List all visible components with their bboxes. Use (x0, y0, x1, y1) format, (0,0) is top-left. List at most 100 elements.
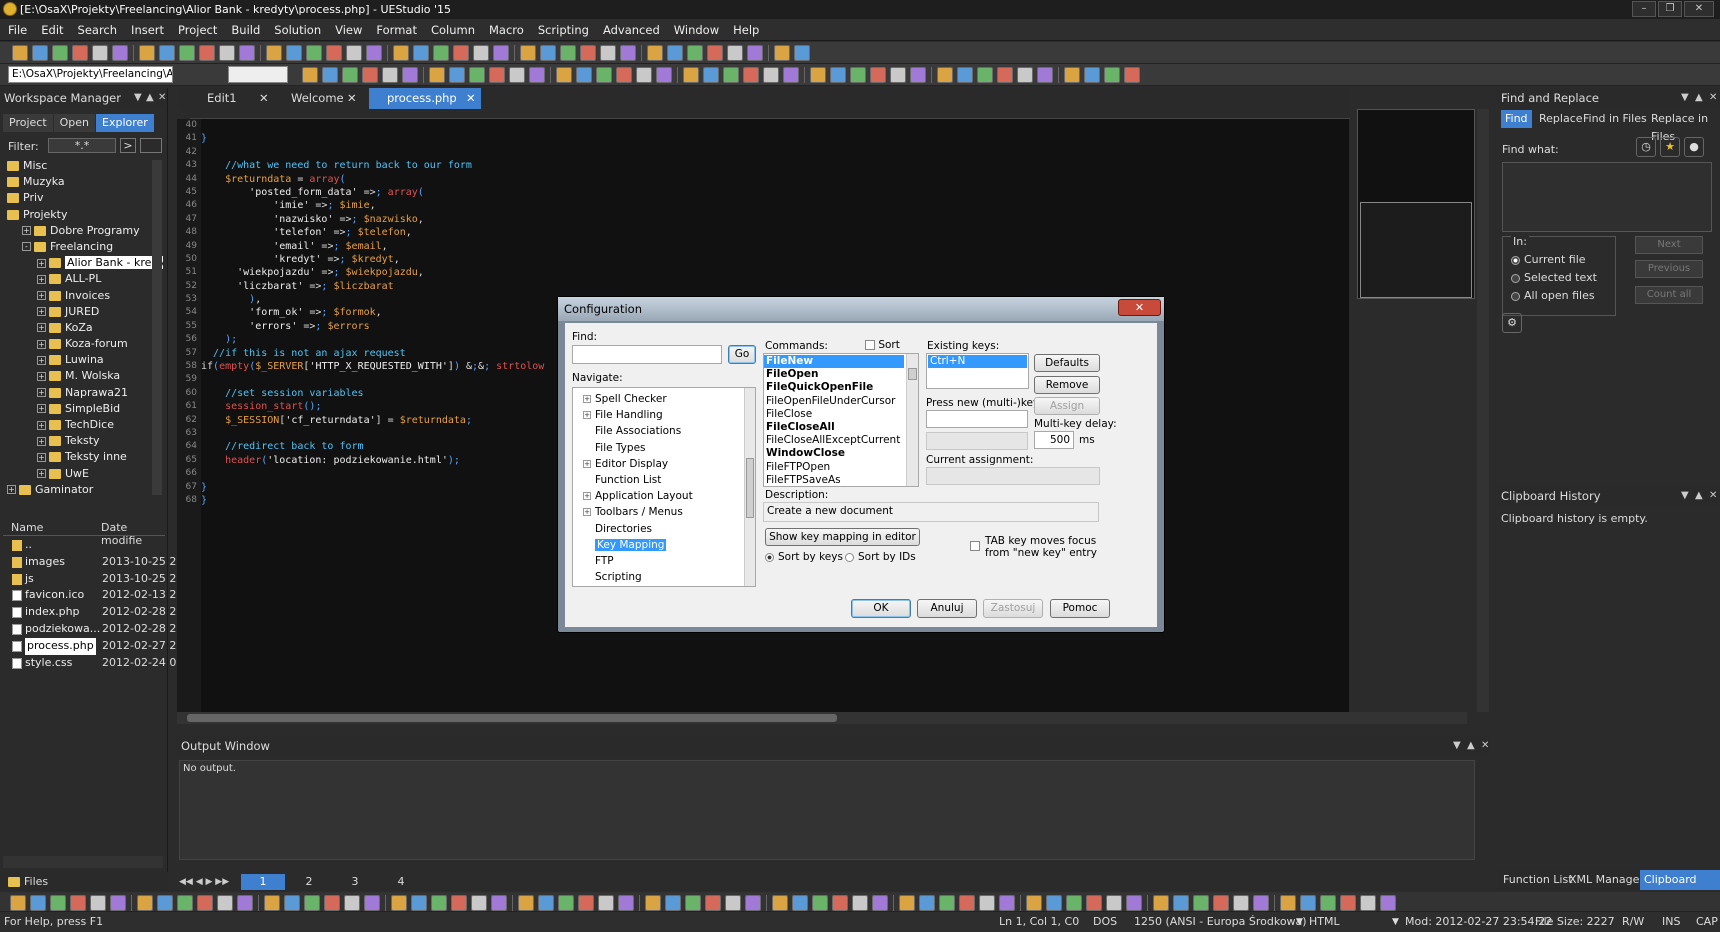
panel-menu-icon[interactable]: ▼ (1681, 88, 1689, 108)
tab-xml-manager[interactable]: XML Manager (1565, 870, 1648, 890)
toolbar-button-icon[interactable] (852, 895, 868, 911)
ok-button[interactable]: OK (851, 599, 911, 618)
nav-item[interactable]: File Types (573, 440, 755, 456)
toolbar-button-icon[interactable] (326, 45, 342, 61)
toolbar-button-icon[interactable] (393, 45, 409, 61)
nav-item[interactable]: File Associations (573, 423, 755, 439)
tree-node[interactable]: + Gaminator (3, 482, 163, 498)
toolbar-button-icon[interactable] (364, 895, 380, 911)
press-new-key-input[interactable] (926, 410, 1028, 428)
nav-item[interactable]: Directories (573, 521, 755, 537)
toolbar-button-icon[interactable] (302, 67, 318, 83)
file-list-hscrollbar[interactable] (3, 856, 163, 868)
tree-node[interactable]: Misc (3, 158, 163, 174)
tab-clipboard-history[interactable]: Clipboard Hi... (1640, 870, 1720, 890)
tree-node[interactable]: + UwE (3, 466, 163, 482)
tree-node[interactable]: + Luwina (3, 352, 163, 368)
output-text-area[interactable]: No output. (179, 760, 1475, 860)
dialog-close-button[interactable]: ✕ (1118, 299, 1161, 316)
toolbar-button-icon[interactable] (783, 67, 799, 83)
toolbar-button-icon[interactable] (362, 67, 378, 83)
toolbar-button-icon[interactable] (1380, 895, 1396, 911)
toolbar-button-icon[interactable] (850, 67, 866, 83)
tab-process-php[interactable]: process.php ✕ (369, 88, 481, 109)
pin-icon[interactable]: ▲ (146, 88, 154, 108)
expand-icon[interactable]: + (37, 388, 46, 398)
assign-button[interactable]: Assign (1034, 397, 1100, 415)
encoding-dropdown-icon[interactable]: ▼ (1296, 912, 1303, 932)
toolbar-button-icon[interactable] (685, 895, 701, 911)
menu-advanced[interactable]: Advanced (596, 19, 667, 41)
toolbar-button-icon[interactable] (540, 45, 556, 61)
command-item[interactable]: WindowClose (764, 447, 904, 460)
menu-file[interactable]: File (0, 19, 34, 41)
tab-find-in-files[interactable]: Find in Files (1579, 110, 1651, 128)
defaults-button[interactable]: Defaults (1034, 354, 1100, 372)
toolbar-button-icon[interactable] (763, 67, 779, 83)
toolbar-button-icon[interactable] (645, 895, 661, 911)
toolbar-button-icon[interactable] (509, 67, 525, 83)
expand-icon[interactable]: + (37, 420, 46, 430)
filter-apply-button[interactable]: > (120, 138, 136, 153)
expand-icon[interactable]: + (22, 226, 31, 236)
expand-icon[interactable]: + (583, 508, 591, 517)
toolbar-button-icon[interactable] (219, 45, 235, 61)
toolbar-button-icon[interactable] (723, 67, 739, 83)
menu-project[interactable]: Project (171, 19, 224, 41)
file-row[interactable]: js 2013-10-25 20 (3, 571, 183, 588)
toolbar-button-icon[interactable] (727, 45, 743, 61)
toolbar-button-icon[interactable] (1066, 895, 1082, 911)
toolbar-button-icon[interactable] (705, 895, 721, 911)
apply-button[interactable]: Zastosuj (983, 599, 1043, 618)
status-language[interactable]: HTML (1309, 912, 1340, 932)
tree-node[interactable]: + JURED (3, 304, 163, 320)
tree-node[interactable]: + Koza-forum (3, 336, 163, 352)
toolbar-button-icon[interactable] (491, 895, 507, 911)
tree-node[interactable]: + TechDice (3, 417, 163, 433)
history-icon[interactable]: ◷ (1636, 137, 1656, 157)
menu-solution[interactable]: Solution (267, 19, 328, 41)
toolbar-button-icon[interactable] (159, 45, 175, 61)
toolbar-button-icon[interactable] (772, 895, 788, 911)
expand-icon[interactable]: + (583, 459, 591, 468)
toolbar-button-icon[interactable] (239, 45, 255, 61)
toolbar-button-icon[interactable] (52, 45, 68, 61)
toolbar-button-icon[interactable] (977, 67, 993, 83)
toolbar-button-icon[interactable] (137, 895, 153, 911)
toolbar-button-icon[interactable] (870, 67, 886, 83)
minimap[interactable] (1357, 109, 1475, 299)
tab-explorer[interactable]: Explorer (96, 114, 154, 132)
toolbar-button-icon[interactable] (1126, 895, 1142, 911)
output-tab-4[interactable]: 4 (379, 874, 423, 890)
toolbar-button-icon[interactable] (959, 895, 975, 911)
toolbar-button-icon[interactable] (703, 67, 719, 83)
toolbar-button-icon[interactable] (92, 45, 108, 61)
toolbar-button-icon[interactable] (538, 895, 554, 911)
toolbar-button-icon[interactable] (266, 45, 282, 61)
toolbar-button-icon[interactable] (520, 45, 536, 61)
help-button[interactable]: Pomoc (1050, 599, 1110, 618)
toolbar-button-icon[interactable] (1253, 895, 1269, 911)
command-item[interactable]: FileOpenFileUnderCursor (764, 395, 904, 408)
toolbar-button-icon[interactable] (1046, 895, 1062, 911)
output-tab-2[interactable]: 2 (287, 874, 331, 890)
toolbar-button-icon[interactable] (939, 895, 955, 911)
toolbar-button-icon[interactable] (50, 895, 66, 911)
toolbar-button-icon[interactable] (683, 67, 699, 83)
close-icon[interactable]: ✕ (1709, 88, 1717, 108)
toolbar-button-icon[interactable] (72, 45, 88, 61)
tree-node[interactable]: + KoZa (3, 320, 163, 336)
nav-item[interactable]: + Toolbars / Menus (573, 504, 755, 520)
toolbar-button-icon[interactable] (1300, 895, 1316, 911)
editor-hscrollbar[interactable] (177, 712, 1467, 724)
radio-all-open-files[interactable]: All open files (1511, 289, 1595, 302)
panel-menu-icon[interactable]: ▼ (1453, 736, 1461, 756)
toolbar-button-icon[interactable] (810, 67, 826, 83)
close-tab-icon[interactable]: ✕ (347, 88, 357, 109)
files-tab[interactable]: Files (4, 872, 52, 892)
folder-browse-button[interactable] (140, 138, 162, 153)
toolbar-button-icon[interactable] (665, 895, 681, 911)
toolbar-button-icon[interactable] (157, 895, 173, 911)
expand-icon[interactable]: + (37, 307, 46, 317)
toolbar-button-icon[interactable] (411, 895, 427, 911)
